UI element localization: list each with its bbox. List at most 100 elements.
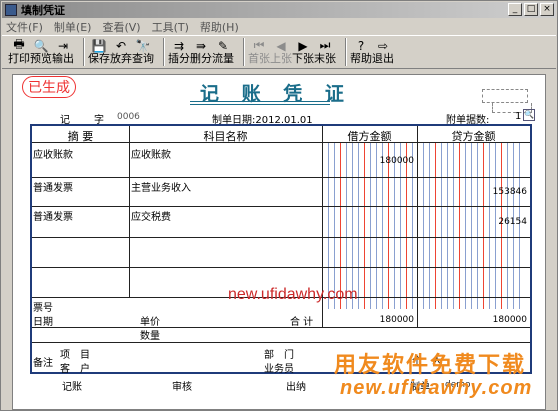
export-icon: ⇥ [57,38,69,53]
cashflow-icon: ✎ [217,38,229,53]
toolbar-label: 删分 [190,52,212,65]
remark-label: 备注 [33,358,53,369]
toolbar-separator [83,38,85,66]
row-divider [32,177,530,178]
row-1-account[interactable]: 应收账款 [131,146,171,161]
toolbar-label: 上张 [270,52,292,65]
last-icon: ⏭ [319,38,331,52]
cashier-label: 出纳 [286,382,306,393]
toolbar-button-6[interactable]: ⇉ 插分 [168,38,190,68]
customer-label: 客 户 [60,364,90,375]
save-icon: 💾 [91,38,107,53]
toolbar-button-1[interactable]: 🔍 预览 [30,38,52,68]
row-divider [32,206,530,207]
menu-help[interactable]: 帮助(H) [200,19,239,35]
header-account: 科目名称 [203,130,248,143]
toolbar-button-14[interactable]: ⇨ 退出 [372,38,394,68]
quantity-label: 数量 [140,331,160,342]
toolbar-button-7[interactable]: ⇛ 删分 [190,38,212,68]
toolbar-separator [243,38,245,66]
toolbar-separator [163,38,165,66]
maximize-button[interactable]: □ [524,3,538,16]
unit-price-label: 单价 [140,317,160,328]
row-divider [32,237,530,238]
toolbar-label: 预览 [30,52,52,65]
total-credit: 180000 [492,315,527,325]
toolbar-label: 插分 [168,52,190,65]
exit-icon: ⇨ [377,38,389,53]
window-title: 填制凭证 [21,4,65,17]
app-icon [5,4,17,16]
toolbar-label: 放弃 [110,52,132,65]
department-label: 部 门 [264,350,294,361]
col-divider [129,126,130,297]
title-bar: 填制凭证 _ □ × [2,2,556,18]
row-1-debit[interactable]: 180000 [322,156,414,166]
minimize-button[interactable]: _ [508,3,522,16]
attachment-count[interactable]: 1 [515,111,521,122]
next-icon: ▶ [298,38,308,53]
toolbar-label: 打印 [8,52,30,65]
voucher-grid: 摘 要 科目名称 借方金额 贷方金额 应收账款 应收账款 180000 普通发票… [30,124,532,375]
menu-bar: 文件(F) 制单(E) 查看(V) 工具(T) 帮助(H) [2,19,556,35]
row-1-summary[interactable]: 应收账款 [33,146,73,161]
printer-icon: 🖶 [13,37,25,51]
total-label: 合 计 [290,317,314,328]
menu-file[interactable]: 文件(F) [6,19,43,35]
generated-stamp: 已生成 [22,76,76,98]
salesman-label: 业务员 [264,364,294,375]
remark-divider [32,342,530,343]
toolbar-button-11[interactable]: ▶ 下张 [292,38,314,68]
toolbar-button-8[interactable]: ✎ 流量 [212,38,234,68]
toolbar-label: 首张 [248,52,270,65]
toolbar-label: 流量 [212,52,234,65]
toolbar-separator [345,38,347,66]
row-divider [32,267,530,268]
toolbar-label: 退出 [372,52,394,65]
toolbar-label: 查询 [132,52,154,65]
help-icon: ? [357,38,365,53]
previous-icon: ◀ [276,38,286,53]
row-3-credit[interactable]: 26154 [417,217,527,227]
project-label: 项 目 [60,350,90,361]
toolbar-button-13[interactable]: ? 帮助 [350,38,372,68]
watermark-chinese: 用友软件免费下载 [334,353,527,378]
toolbar-button-5[interactable]: 🔭 查询 [132,38,154,68]
undo-icon: ↶ [115,38,127,53]
first-icon: ⏮ [253,38,265,52]
toolbar-button-9[interactable]: ⏮ 首张 [248,38,270,68]
menu-tools[interactable]: 工具(T) [152,19,189,35]
menu-view[interactable]: 查看(V) [102,19,140,35]
bookkeeper-label: 记账 [62,382,82,393]
voucher-number: 0006 [117,112,140,122]
toolbar-button-3[interactable]: 💾 保存 [88,38,110,68]
toolbar-label: 下张 [292,52,314,65]
watermark-url-orange: new.ufidawhy.com [340,377,533,399]
preview-icon: 🔍 [33,38,49,53]
watermark-url: new.ufidawhy.com [228,286,358,303]
close-button[interactable]: × [540,3,554,16]
header-summary: 摘 要 [67,130,94,143]
insert-line-icon: ⇉ [173,38,185,53]
toolbar-button-4[interactable]: ↶ 放弃 [110,38,132,68]
toolbar-button-12[interactable]: ⏭ 末张 [314,38,336,68]
header-credit: 贷方金额 [451,130,496,143]
toolbar-button-10[interactable]: ◀ 上张 [270,38,292,68]
row-2-summary[interactable]: 普通发票 [33,179,73,194]
toolbar-label: 帮助 [350,52,372,65]
row-divider [32,327,530,328]
debit-digit-lines [322,143,417,309]
toolbar-button-0[interactable]: 🖶 打印 [8,37,30,68]
row-3-summary[interactable]: 普通发票 [33,208,73,223]
attachment-search-icon[interactable]: 🔍 [523,109,535,121]
toolbar-label: 末张 [314,52,336,65]
menu-make[interactable]: 制单(E) [54,19,92,35]
title-underline [190,101,330,102]
header-debit: 借方金额 [347,130,392,143]
date-field-label: 日期 [33,317,53,328]
auditor-label: 审核 [172,382,192,393]
row-2-credit[interactable]: 153846 [417,187,527,197]
row-3-account[interactable]: 应交税费 [131,208,171,223]
row-2-account[interactable]: 主营业务收入 [131,179,191,194]
toolbar-button-2[interactable]: ⇥ 输出 [52,38,74,68]
